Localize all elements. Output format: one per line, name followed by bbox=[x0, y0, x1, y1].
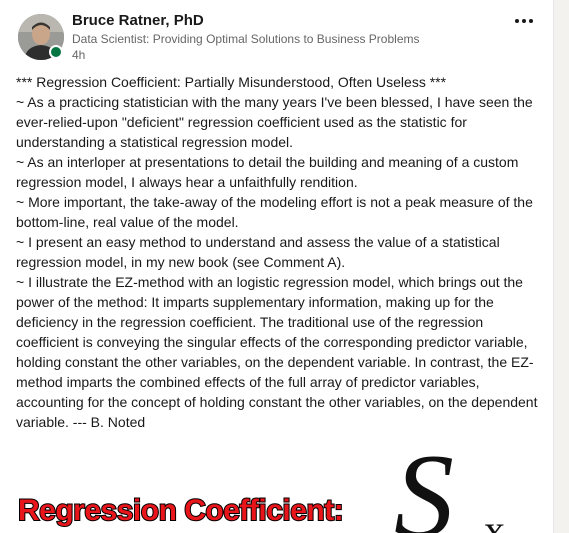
post-paragraph: ~ I present an easy method to understand… bbox=[16, 234, 500, 270]
preview-title: Regression Coefficient: bbox=[17, 493, 345, 528]
post-text: *** Regression Coefficient: Partially Mi… bbox=[16, 72, 544, 432]
post-paragraph: ~ As a practicing statistician with the … bbox=[16, 94, 533, 150]
feed-post-card: Bruce Ratner, PhD Data Scientist: Provid… bbox=[0, 0, 553, 533]
more-options-button[interactable] bbox=[509, 10, 539, 32]
author-name[interactable]: Bruce Ratner, PhD bbox=[72, 12, 204, 29]
post-header: Bruce Ratner, PhD Data Scientist: Provid… bbox=[0, 0, 553, 68]
author-headline: Data Scientist: Providing Optimal Soluti… bbox=[72, 32, 420, 46]
more-horizontal-icon bbox=[515, 19, 519, 23]
preview-subscript: x bbox=[484, 508, 505, 533]
post-timestamp: 4h bbox=[72, 48, 86, 62]
post-paragraph: ~ As an interloper at presentations to d… bbox=[16, 154, 519, 190]
preview-symbol: S bbox=[394, 434, 454, 533]
post-image-preview[interactable]: S x Regression Coefficient: bbox=[0, 434, 553, 533]
post-paragraph: ~ More important, the take-away of the m… bbox=[16, 194, 533, 230]
post-paragraph: *** Regression Coefficient: Partially Mi… bbox=[16, 74, 447, 90]
online-status-icon bbox=[49, 45, 63, 59]
post-paragraph: ~ I illustrate the EZ-method with an log… bbox=[16, 274, 538, 430]
scrollbar[interactable] bbox=[553, 0, 569, 533]
